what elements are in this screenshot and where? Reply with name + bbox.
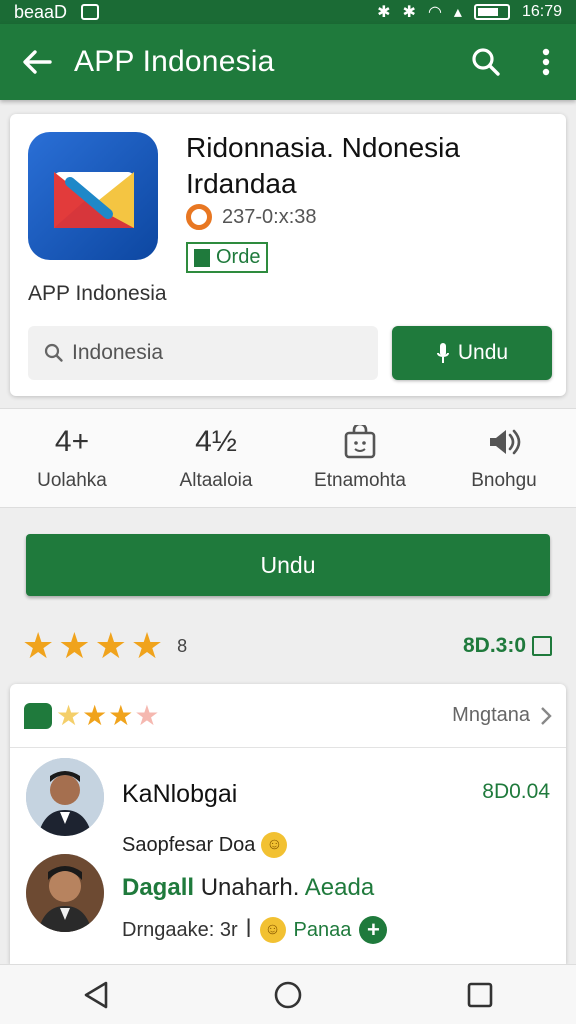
vibrate-icon: ✱	[402, 4, 416, 21]
review-text-content: Saopfesar Doa	[122, 833, 256, 856]
stat-value: 4+	[54, 425, 90, 458]
navigation-bar	[0, 964, 576, 1024]
reviews-card: ★ ★ ★ ★ Mngtana KaNlobgai 8D0.04 Saopfes…	[10, 684, 566, 964]
nav-home-button[interactable]	[258, 970, 318, 1020]
see-more-link[interactable]: Mngtana	[452, 704, 552, 727]
review-meta-suffix: Panaa	[293, 918, 352, 941]
circle-home-icon	[274, 981, 302, 1008]
app-meta: 237-0:x:38	[186, 204, 317, 230]
app-icon[interactable]	[28, 132, 158, 260]
nav-back-button[interactable]	[66, 970, 126, 1020]
review-title: Dagall Unaharh. Aeada	[122, 874, 374, 902]
more-vert-icon	[542, 48, 550, 76]
status-bar: beaaD ✱ ✱ ◠ ▴ 16:79	[0, 0, 576, 24]
square-recents-icon	[467, 982, 493, 1007]
rating-row: ★ ★ ★ ★ 8 8D.3:0	[22, 625, 552, 667]
back-arrow-icon	[23, 50, 52, 74]
rating-score-text: 8D.3:0	[462, 634, 526, 657]
status-carrier-text: beaaD	[14, 1, 68, 22]
volume-icon	[490, 429, 521, 455]
square-icon	[532, 636, 552, 656]
reviewer-name: KaNlobgai	[122, 780, 238, 808]
stat-item[interactable]: 4+ Uolahka	[0, 409, 144, 507]
chevron-right-icon	[541, 706, 552, 725]
star-icon: ★	[108, 700, 134, 731]
stat-label: Etnamohta	[314, 470, 406, 491]
stats-row: 4+ Uolahka 4½ Altaaloia Etnamohta Bnohgu	[0, 408, 576, 508]
review-title-green: Aeada	[304, 874, 375, 901]
signal-icon: ▴	[453, 4, 462, 21]
microphone-icon	[436, 343, 449, 363]
search-button[interactable]	[456, 47, 516, 77]
rating-ring-icon	[186, 204, 212, 230]
back-button[interactable]	[0, 49, 74, 75]
see-more-label: Mngtana	[452, 704, 530, 726]
triangle-back-icon	[84, 981, 108, 1008]
status-time: 16:79	[521, 3, 562, 20]
user-photo-icon	[26, 758, 104, 836]
stat-label: Altaaloia	[179, 470, 253, 491]
badge-icon	[194, 248, 210, 267]
search-icon	[44, 343, 63, 362]
overflow-menu-button[interactable]	[516, 48, 576, 76]
install-label: Undu	[457, 341, 509, 364]
install-button[interactable]: Undu	[392, 326, 552, 380]
review-badge-icon	[24, 702, 52, 729]
wifi-icon: ◠	[427, 4, 442, 21]
bluetooth-icon: ✱	[377, 4, 391, 21]
bag-icon	[344, 425, 376, 459]
star-icon: ★	[82, 700, 108, 731]
user-photo-icon	[26, 854, 104, 932]
app-bar: APP Indonesia	[0, 24, 576, 100]
reviews-header: ★ ★ ★ ★ Mngtana	[10, 684, 566, 748]
avatar[interactable]	[26, 758, 104, 836]
notification-icon	[81, 4, 100, 20]
search-icon	[472, 48, 500, 76]
content-rating-badge: Orde	[186, 242, 269, 273]
page-title: APP Indonesia	[74, 45, 275, 78]
review-title-normal: Unaharh.	[200, 874, 300, 901]
stat-item[interactable]: Bnohgu	[432, 409, 576, 507]
developer-name[interactable]: APP Indonesia	[28, 282, 167, 306]
star-icon: ★	[56, 700, 82, 731]
star-icon: ★	[130, 625, 164, 666]
review-meta: Drngaake: 3r ꟾ ☺ Panaa +	[122, 916, 388, 944]
avatar[interactable]	[26, 854, 104, 932]
app-info-card: Ridonnasia. Ndonesia Irdandaa 237-0:x:38…	[10, 114, 566, 396]
star-icon: ★	[58, 625, 91, 666]
stat-value: 4½	[195, 425, 237, 458]
nav-recents-button[interactable]	[450, 970, 510, 1020]
app-meta-text: 237-0:x:38	[222, 205, 317, 228]
stat-item[interactable]: Etnamohta	[288, 409, 432, 507]
review-meta-icon: ꟾ	[245, 919, 252, 942]
star-icon: ★	[134, 700, 160, 731]
review-title-bold: Dagall	[122, 874, 195, 901]
search-input[interactable]: Indonesia	[28, 326, 378, 380]
rating-count: 8	[177, 635, 188, 656]
battery-icon	[473, 4, 510, 20]
review-text: Saopfesar Doa ☺	[122, 832, 288, 858]
search-placeholder: Indonesia	[72, 341, 164, 364]
review-date: 8D0.04	[482, 780, 550, 803]
main-install-button[interactable]: Undu	[26, 534, 550, 596]
badge-label: Orde	[216, 246, 261, 268]
reviews-stars: ★ ★ ★ ★	[56, 699, 159, 732]
rating-stars: ★ ★ ★ ★	[22, 625, 163, 667]
add-icon[interactable]: +	[359, 916, 388, 944]
review-meta-text: Drngaake: 3r	[122, 918, 238, 941]
emoji-icon: ☺	[261, 832, 288, 858]
envelope-logo-icon	[54, 172, 134, 228]
emoji-icon: ☺	[259, 917, 286, 943]
stat-item[interactable]: 4½ Altaaloia	[144, 409, 288, 507]
star-icon: ★	[94, 625, 127, 666]
stat-label: Uolahka	[37, 470, 107, 491]
star-icon: ★	[22, 625, 55, 666]
app-name: Ridonnasia. Ndonesia Irdandaa	[186, 132, 460, 199]
stat-label: Bnohgu	[471, 470, 537, 491]
rating-score[interactable]: 8D.3:0	[463, 634, 552, 658]
